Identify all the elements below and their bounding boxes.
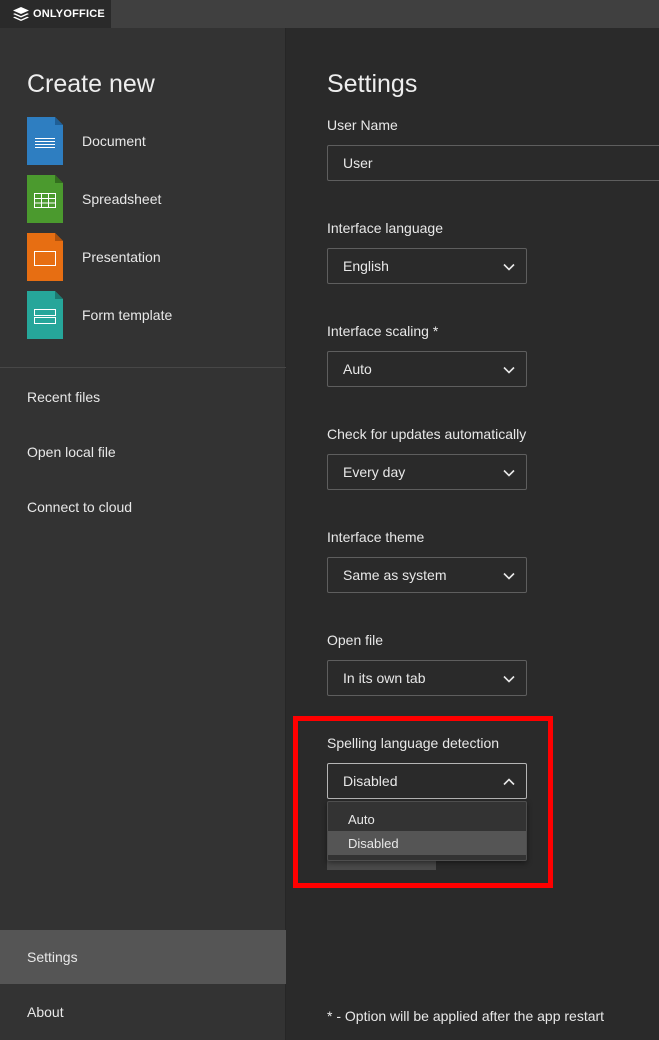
interface-language-select[interactable]: English — [327, 248, 527, 284]
interface-scaling-label: Interface scaling * — [327, 323, 439, 339]
chevron-down-icon — [503, 469, 515, 477]
select-value: In its own tab — [343, 670, 426, 686]
settings-panel: Settings User Name Interface language En… — [287, 28, 659, 1040]
user-name-input[interactable] — [327, 145, 659, 181]
create-item-label: Presentation — [82, 249, 161, 265]
select-value: Same as system — [343, 567, 447, 583]
chevron-down-icon — [503, 263, 515, 271]
create-item-label: Document — [82, 133, 146, 149]
presentation-icon — [27, 233, 63, 281]
brand-name: ONLYOFFICE — [33, 8, 105, 20]
create-new-title: Create new — [27, 70, 155, 98]
highlight-box — [293, 716, 553, 888]
spreadsheet-icon — [27, 175, 63, 223]
sidebar: Create new Document Spreadsheet Presenta… — [0, 28, 286, 1040]
onlyoffice-logo-icon — [13, 7, 29, 21]
create-item-label: Form template — [82, 307, 173, 323]
sidebar-item-open-local-file[interactable]: Open local file — [0, 425, 286, 479]
chevron-down-icon — [503, 572, 515, 580]
document-icon — [27, 117, 63, 165]
check-updates-label: Check for updates automatically — [327, 426, 527, 442]
chevron-down-icon — [503, 675, 515, 683]
interface-theme-label: Interface theme — [327, 529, 425, 545]
form-template-icon — [27, 291, 63, 339]
select-value: Auto — [343, 361, 372, 377]
open-file-label: Open file — [327, 632, 384, 648]
restart-footnote: * - Option will be applied after the app… — [327, 1008, 605, 1024]
create-document-button[interactable]: Document — [27, 117, 267, 165]
create-spreadsheet-button[interactable]: Spreadsheet — [27, 175, 267, 223]
page-title: Settings — [327, 70, 418, 98]
sidebar-item-settings[interactable]: Settings — [0, 930, 286, 984]
interface-scaling-select[interactable]: Auto — [327, 351, 527, 387]
chevron-down-icon — [503, 366, 515, 374]
sidebar-item-about[interactable]: About — [0, 985, 286, 1039]
create-item-label: Spreadsheet — [82, 191, 162, 207]
interface-theme-select[interactable]: Same as system — [327, 557, 527, 593]
sidebar-item-connect-to-cloud[interactable]: Connect to cloud — [0, 480, 286, 534]
check-updates-select[interactable]: Every day — [327, 454, 527, 490]
sidebar-divider — [0, 367, 286, 368]
app-tab[interactable]: ONLYOFFICE — [0, 0, 111, 28]
open-file-select[interactable]: In its own tab — [327, 660, 527, 696]
create-form-template-button[interactable]: Form template — [27, 291, 267, 339]
title-bar: ONLYOFFICE — [0, 0, 659, 28]
interface-language-label: Interface language — [327, 220, 443, 236]
select-value: Every day — [343, 464, 406, 480]
create-presentation-button[interactable]: Presentation — [27, 233, 267, 281]
user-name-label: User Name — [327, 117, 398, 133]
select-value: English — [343, 258, 389, 274]
sidebar-item-recent-files[interactable]: Recent files — [0, 370, 286, 424]
